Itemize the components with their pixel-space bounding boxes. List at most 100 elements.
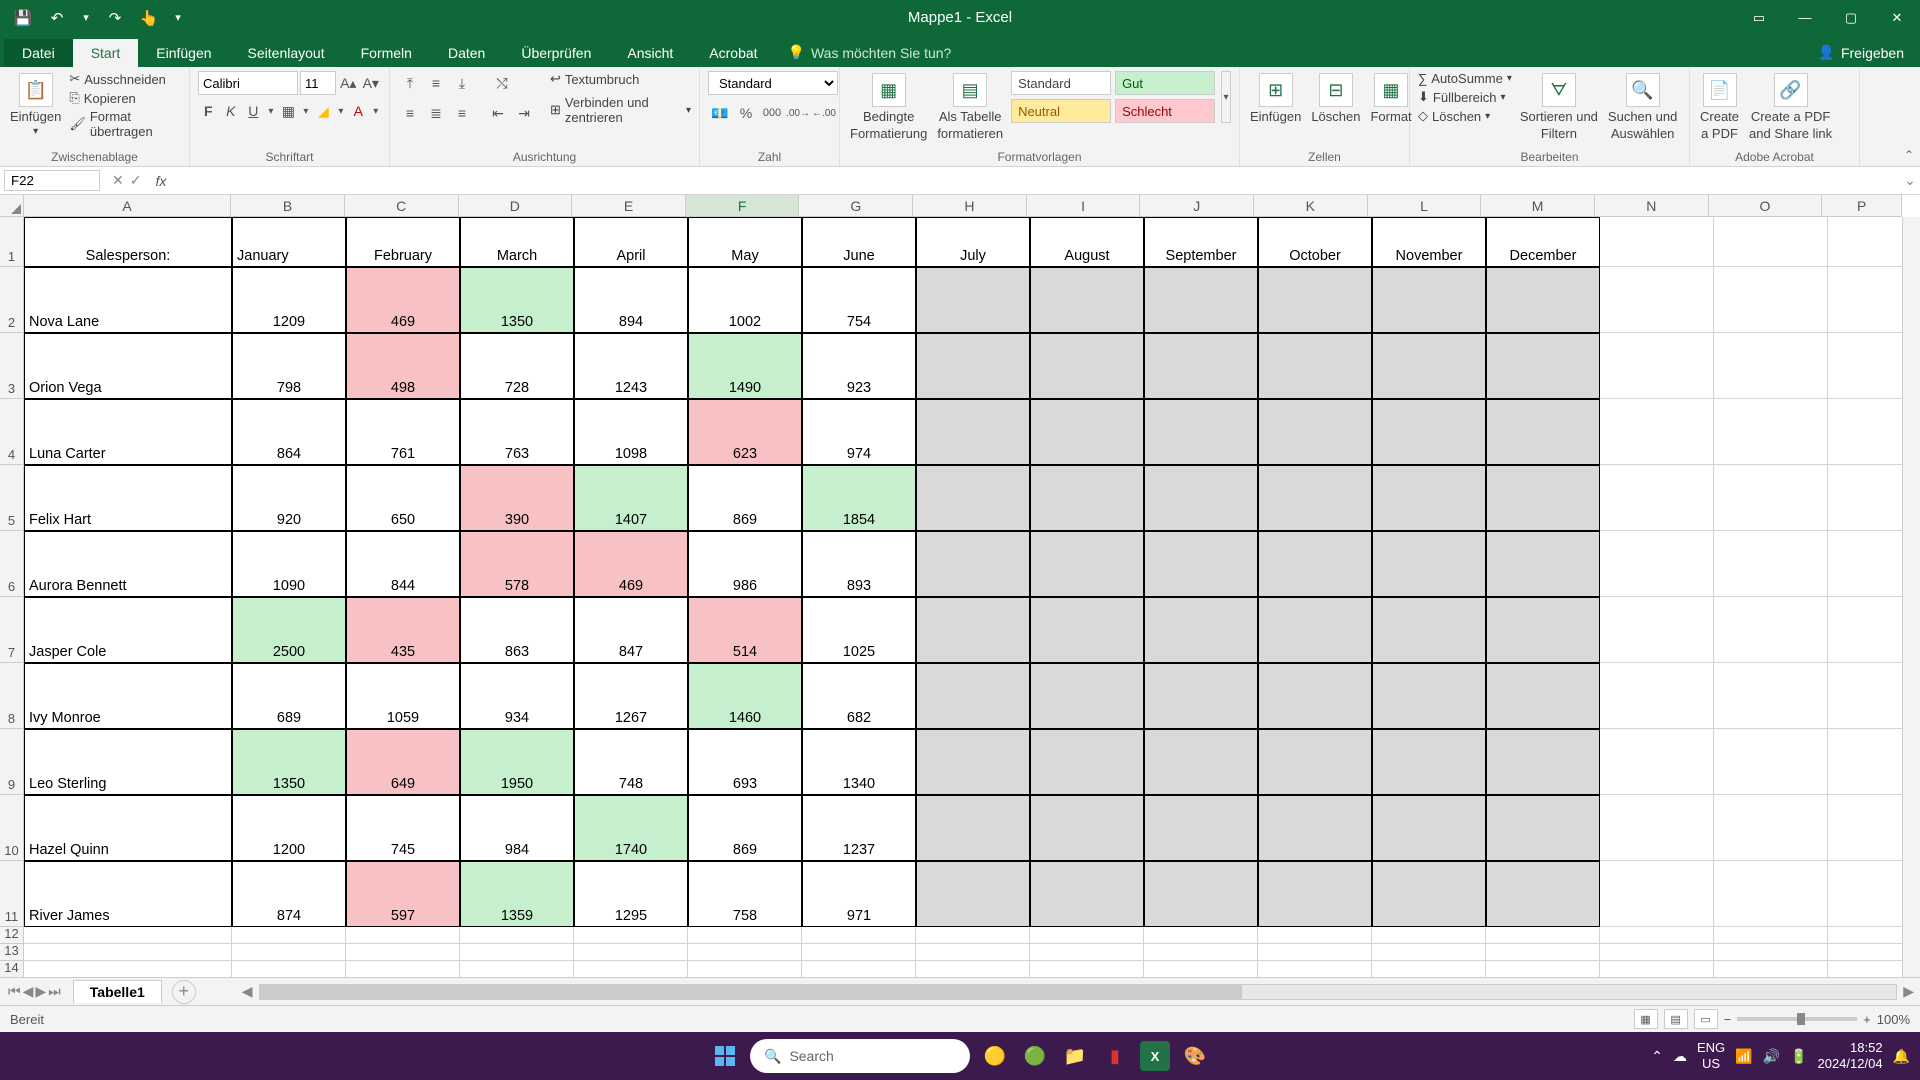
cell[interactable] [1828,795,1908,861]
cell[interactable] [1144,944,1258,961]
row-header[interactable]: 12 [0,927,23,944]
create-pdf-button[interactable]: 📄Createa PDF [1698,71,1741,143]
cell[interactable]: Nova Lane [24,267,232,333]
cell[interactable] [1600,663,1714,729]
cell[interactable]: September [1144,217,1258,267]
tab-view[interactable]: Ansicht [609,39,691,67]
cell[interactable]: 469 [346,267,460,333]
column-header[interactable]: A [24,195,231,216]
excel-taskbar-icon[interactable]: X [1140,1041,1170,1071]
cell[interactable] [1828,267,1908,333]
cell[interactable] [24,961,232,977]
cell[interactable] [1486,267,1600,333]
cell[interactable]: 1350 [460,267,574,333]
cell[interactable]: March [460,217,574,267]
row-header[interactable]: 11 [0,861,23,927]
cell[interactable]: Felix Hart [24,465,232,531]
borders-dropdown-icon[interactable]: ▾ [301,99,311,123]
cell[interactable] [1600,944,1714,961]
cell[interactable] [1372,465,1486,531]
cell[interactable] [1600,267,1714,333]
row-header[interactable]: 8 [0,663,23,729]
cancel-formula-icon[interactable]: ✕ [112,172,124,189]
cell[interactable] [1486,861,1600,927]
qat-customize-icon[interactable]: ▾ [168,3,188,33]
name-box[interactable] [4,170,100,191]
cell[interactable] [232,961,346,977]
cell[interactable] [1144,961,1258,977]
cell[interactable]: 934 [460,663,574,729]
cell[interactable]: 390 [460,465,574,531]
cell[interactable]: 974 [802,399,916,465]
cell[interactable] [1258,961,1372,977]
tab-page-layout[interactable]: Seitenlayout [230,39,343,67]
column-header[interactable]: L [1368,195,1482,216]
clear-button[interactable]: ◇Löschen▾ [1418,108,1512,124]
decrease-font-icon[interactable]: A▾ [361,71,382,95]
cell[interactable]: 1490 [688,333,802,399]
cell[interactable] [1486,795,1600,861]
cell[interactable]: 1854 [802,465,916,531]
cell[interactable] [1714,663,1828,729]
align-center-icon[interactable]: ≣ [424,101,448,125]
cell[interactable] [574,961,688,977]
undo-dropdown-icon[interactable]: ▾ [76,3,96,33]
cut-button[interactable]: ✂Ausschneiden [69,71,181,87]
cell[interactable] [1714,267,1828,333]
increase-decimal-icon[interactable]: .00→ [786,101,810,125]
cell[interactable] [1030,861,1144,927]
cell[interactable] [1714,927,1828,944]
bold-button[interactable]: F [198,99,219,123]
cell[interactable]: 1295 [574,861,688,927]
column-header[interactable]: D [459,195,573,216]
sheet-nav-prev-icon[interactable]: ◀ [23,983,34,1000]
find-select-button[interactable]: 🔍Suchen undAuswählen [1606,71,1679,143]
cell[interactable]: 2500 [232,597,346,663]
cell[interactable] [1600,465,1714,531]
cell[interactable] [916,861,1030,927]
cell[interactable] [1372,927,1486,944]
underline-dropdown-icon[interactable]: ▾ [266,99,276,123]
cell[interactable]: 798 [232,333,346,399]
cell[interactable] [1258,729,1372,795]
cell[interactable] [1828,961,1908,977]
cell[interactable] [1372,729,1486,795]
cell[interactable] [916,333,1030,399]
cell[interactable] [1486,597,1600,663]
cell[interactable]: Hazel Quinn [24,795,232,861]
cell[interactable] [802,961,916,977]
cell[interactable] [1714,333,1828,399]
cell[interactable] [1144,465,1258,531]
cell[interactable] [688,944,802,961]
orientation-icon[interactable]: ⤭ [490,71,514,95]
cell[interactable] [1258,795,1372,861]
cell[interactable] [1828,927,1908,944]
tell-me-search[interactable]: 💡Was möchten Sie tun? [776,38,964,67]
sheet-nav-next-icon[interactable]: ▶ [35,983,46,1000]
view-normal-icon[interactable]: ▦ [1634,1009,1658,1029]
tab-file[interactable]: Datei [4,39,73,67]
cell[interactable] [1030,729,1144,795]
row-header[interactable]: 1 [0,217,23,267]
cell[interactable] [1144,795,1258,861]
cell[interactable]: December [1486,217,1600,267]
cell[interactable] [1486,944,1600,961]
cell[interactable]: October [1258,217,1372,267]
cell[interactable] [916,399,1030,465]
merge-center-button[interactable]: ⊞Verbinden und zentrieren▾ [550,95,691,125]
zoom-slider[interactable] [1737,1017,1857,1021]
expand-formula-icon[interactable]: ⌄ [1900,172,1920,189]
tab-start[interactable]: Start [73,39,139,67]
cell[interactable] [1600,795,1714,861]
cell[interactable] [1144,267,1258,333]
cell[interactable]: 745 [346,795,460,861]
create-pdf-share-button[interactable]: 🔗Create a PDFand Share link [1747,71,1834,143]
wifi-icon[interactable]: 📶 [1735,1048,1752,1065]
cell[interactable] [916,729,1030,795]
cell[interactable]: July [916,217,1030,267]
cell[interactable] [1714,729,1828,795]
cell-style-bad[interactable]: Schlecht [1115,99,1215,123]
ribbon-options-icon[interactable]: ▭ [1736,0,1782,35]
cell[interactable] [1258,663,1372,729]
cell[interactable]: 1359 [460,861,574,927]
